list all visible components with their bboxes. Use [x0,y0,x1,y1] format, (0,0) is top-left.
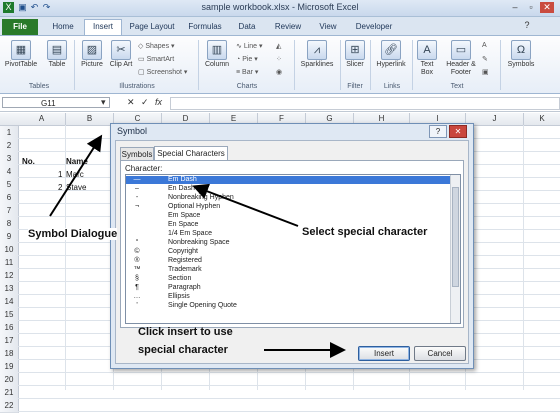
annotation-select-special: Select special character [302,226,428,238]
arrow-to-dialog-title [49,134,103,217]
gridline [18,398,560,399]
row-header-22[interactable]: 22 [0,399,19,413]
arrow-to-em-dash [192,183,299,227]
gridline [18,411,560,412]
annotation-arrows [49,134,346,358]
annotation-symbol-dialogue: Symbol Dialogue [28,228,118,240]
annotation-click-insert-line1: Click insert to use [138,326,233,338]
annotation-click-insert-line2: special character [138,344,228,356]
